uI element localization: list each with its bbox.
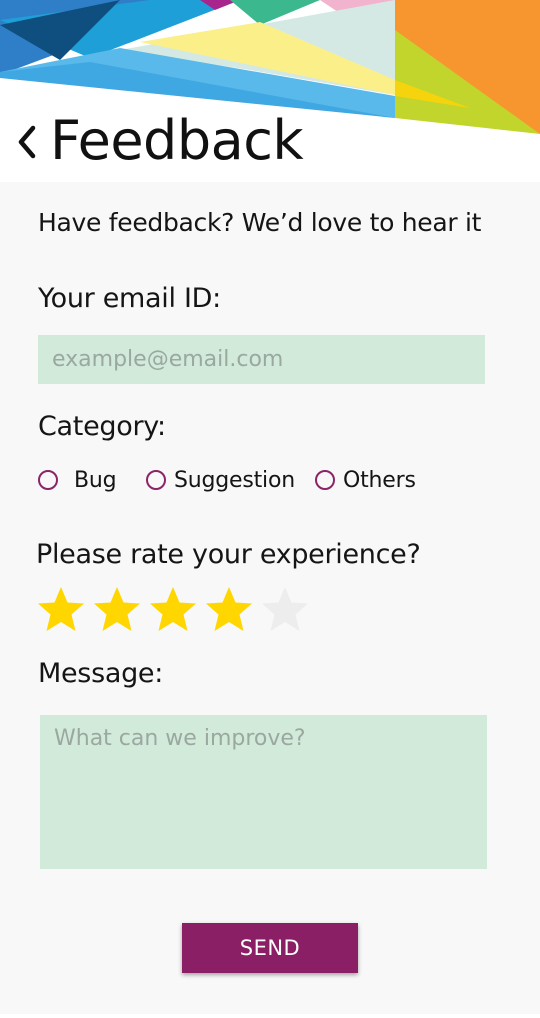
category-option-suggestion[interactable]: Suggestion (146, 462, 295, 498)
send-button[interactable]: SEND (182, 923, 358, 973)
star-icon-2[interactable] (93, 585, 141, 633)
email-label: Your email ID: (38, 283, 221, 314)
star-icon (94, 587, 140, 631)
radio-label-suggestion: Suggestion (174, 467, 295, 493)
star-icon (262, 587, 308, 631)
header: Feedback (0, 0, 540, 182)
radio-button[interactable] (315, 470, 335, 490)
intro-text: Have feedback? We’d love to hear it (38, 208, 482, 237)
radio-button[interactable] (146, 470, 166, 490)
radio-button[interactable] (38, 470, 58, 490)
category-option-bug[interactable]: Bug (38, 462, 117, 498)
chevron-left-icon (18, 125, 36, 159)
star-icon-1[interactable] (37, 585, 85, 633)
email-input[interactable] (38, 335, 485, 384)
radio-label-bug: Bug (74, 467, 117, 493)
star-icon-3[interactable] (149, 585, 197, 633)
message-label: Message: (38, 658, 164, 689)
star-icon-5[interactable] (261, 585, 309, 633)
category-option-others[interactable]: Others (315, 462, 416, 498)
star-rating (37, 585, 309, 637)
star-icon (38, 587, 84, 631)
star-icon-4[interactable] (205, 585, 253, 633)
back-button[interactable] (10, 116, 44, 168)
radio-label-others: Others (343, 467, 416, 493)
category-label: Category: (38, 411, 166, 442)
feedback-screen: Feedback Have feedback? We’d love to hea… (0, 0, 540, 1018)
message-textarea[interactable] (40, 715, 487, 869)
rating-label: Please rate your experience? (36, 539, 421, 570)
page-title: Feedback (50, 109, 304, 172)
star-icon (150, 587, 196, 631)
bottom-divider (0, 1014, 540, 1018)
star-icon (206, 587, 252, 631)
